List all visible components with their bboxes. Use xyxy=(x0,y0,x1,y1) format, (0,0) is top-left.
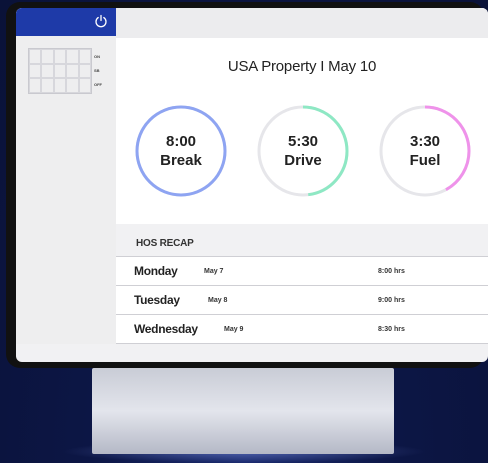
fuel-label: Fuel xyxy=(409,152,441,169)
recap-row-wednesday[interactable]: Wednesday May 9 8:30 hrs xyxy=(116,315,488,344)
break-time: 8:00 xyxy=(165,133,197,150)
legend-on: ON xyxy=(94,54,100,59)
sidebar: ON SB OFF xyxy=(16,8,116,344)
recap-row-monday[interactable]: Monday May 7 8:00 hrs xyxy=(116,257,488,286)
drive-gauge[interactable]: 5:30 Drive xyxy=(256,104,350,198)
duty-status-legend: ON SB OFF xyxy=(94,50,114,92)
recap-hours: 9:00 hrs xyxy=(378,297,405,304)
recap-row-tuesday[interactable]: Tuesday May 8 9:00 hrs xyxy=(116,286,488,315)
hours-card: USA Property I May 10 8:00 Break 5:30 Dr… xyxy=(116,38,488,224)
recap-hours: 8:30 hrs xyxy=(378,326,405,333)
main-panel: USA Property I May 10 8:00 Break 5:30 Dr… xyxy=(116,8,488,344)
tablet-device: ON SB OFF USA Property I May 10 8:00 Bre… xyxy=(6,2,488,368)
recap-table: Monday May 7 8:00 hrs Tuesday May 8 9:00… xyxy=(116,256,488,344)
recap-date: May 8 xyxy=(208,297,228,304)
recap-day: Monday xyxy=(134,264,178,278)
drive-time: 5:30 xyxy=(287,133,319,150)
recap-date: May 7 xyxy=(204,268,224,275)
fuel-gauge[interactable]: 3:30 Fuel xyxy=(378,104,472,198)
duty-status-grid xyxy=(28,48,92,94)
legend-off: OFF xyxy=(94,82,102,87)
power-icon[interactable] xyxy=(94,14,108,28)
recap-day: Wednesday xyxy=(134,322,198,336)
drive-label: Drive xyxy=(284,152,322,169)
fuel-time: 3:30 xyxy=(409,133,441,150)
page-title: USA Property I May 10 xyxy=(227,58,377,75)
recap-hours: 8:00 hrs xyxy=(378,268,405,275)
recap-heading: HOS RECAP xyxy=(136,238,194,249)
recap-date: May 9 xyxy=(224,326,244,333)
break-gauge[interactable]: 8:00 Break xyxy=(134,104,228,198)
legend-sb: SB xyxy=(94,68,100,73)
device-stand xyxy=(92,368,394,454)
tablet-screen: ON SB OFF USA Property I May 10 8:00 Bre… xyxy=(16,8,488,362)
top-bar xyxy=(116,8,488,38)
sidebar-header xyxy=(16,8,116,36)
recap-day: Tuesday xyxy=(134,293,180,307)
break-label: Break xyxy=(160,152,202,169)
